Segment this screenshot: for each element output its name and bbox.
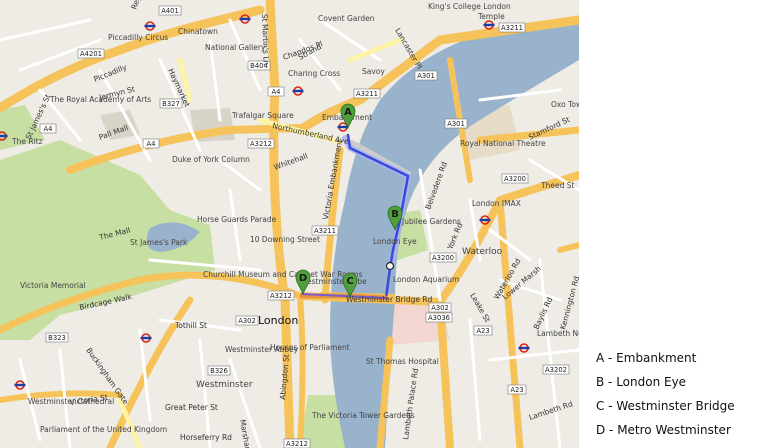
place-label-st-james-park: St James's Park xyxy=(130,238,188,247)
place-label-national-gallery: National Gallery xyxy=(205,43,266,52)
route-legend: A - Embankment B - London Eye C - Westmi… xyxy=(596,346,756,442)
place-label-the-ritz: The Ritz xyxy=(11,137,43,146)
shield-a3211: A3211 xyxy=(498,22,526,33)
shield-a3211: A3211 xyxy=(353,88,381,99)
svg-text:A4: A4 xyxy=(147,140,156,148)
shield-a3212: A3212 xyxy=(267,290,295,301)
svg-text:A3200: A3200 xyxy=(432,254,454,262)
place-label-chinatown: Chinatown xyxy=(178,27,218,36)
svg-text:A301: A301 xyxy=(447,120,465,128)
place-label-theed-st: Theed St xyxy=(540,181,574,190)
district-label-london: London xyxy=(258,314,298,327)
place-label-jubilee-gardens: Jubilee Gardens xyxy=(401,217,461,226)
svg-text:A3212: A3212 xyxy=(250,140,272,148)
district-label-westminster: Westminster xyxy=(196,380,253,390)
district-label-waterloo: Waterloo xyxy=(462,247,503,257)
place-label-kings-college: King's College London xyxy=(428,2,511,11)
svg-text:A3202: A3202 xyxy=(545,366,567,374)
place-label-oxo-tower: Oxo Tower xyxy=(551,100,579,109)
place-label-charing-cross: Charing Cross xyxy=(288,69,340,78)
shield-a23: A23 xyxy=(507,384,527,395)
shield-a3211: A3211 xyxy=(311,225,339,236)
shield-a301: A301 xyxy=(414,70,438,81)
place-label-london-eye: London Eye xyxy=(373,237,417,246)
svg-text:A23: A23 xyxy=(510,386,523,394)
place-label-horse-guards: Horse Guards Parade xyxy=(197,215,277,224)
svg-text:A301: A301 xyxy=(417,72,435,80)
shield-a3212: A3212 xyxy=(283,438,311,448)
shield-b323: B323 xyxy=(45,332,69,343)
road-label-great-peter-st: Great Peter St xyxy=(165,403,218,412)
place-label-victoria-tower-gardens: The Victoria Tower Gardens xyxy=(311,411,415,420)
place-label-royal-academy: The Royal Academy of Arts xyxy=(49,95,151,104)
place-label-st-thomas: St Thomas Hospital xyxy=(366,357,439,366)
place-label-westminster-cathedral: Westminster Cathedral xyxy=(28,397,114,406)
shield-b326: B326 xyxy=(207,365,231,376)
svg-text:A4: A4 xyxy=(44,125,53,133)
shield-a4201: A4201 xyxy=(77,48,105,59)
svg-text:A3212: A3212 xyxy=(286,440,308,448)
svg-text:A302: A302 xyxy=(431,304,449,312)
svg-text:A3212: A3212 xyxy=(270,292,292,300)
shield-a4: A4 xyxy=(267,86,285,97)
place-label-piccadilly-circus: Piccadilly Circus xyxy=(108,33,168,42)
road-label-horseferry-rd: Horseferry Rd xyxy=(180,433,232,442)
marker-d-label: D xyxy=(299,273,307,284)
svg-text:B323: B323 xyxy=(48,334,66,342)
svg-text:A3211: A3211 xyxy=(314,227,336,235)
shield-a302: A302 xyxy=(235,315,259,326)
shield-a3200: A3200 xyxy=(429,252,457,263)
legend-item-b: B - London Eye xyxy=(596,375,687,389)
place-label-temple: Temple xyxy=(477,12,505,21)
place-label-duke-of-york: Duke of York Column xyxy=(172,155,250,164)
map-view[interactable]: A401 A4201 B327 A4 A4 A4 B404 A3211 A321… xyxy=(0,0,579,448)
svg-text:A23: A23 xyxy=(476,327,489,335)
shield-a301: A301 xyxy=(444,118,468,129)
shield-b327: B327 xyxy=(159,98,183,109)
shield-a23: A23 xyxy=(473,325,493,336)
marker-c-label: C xyxy=(346,276,353,287)
place-label-trafalgar-square: Trafalgar Square xyxy=(231,111,294,120)
legend-item-d: D - Metro Westminster xyxy=(596,423,731,437)
svg-text:A302: A302 xyxy=(238,317,256,325)
road-label-tothill-st: Tothill St xyxy=(174,321,207,330)
svg-text:A401: A401 xyxy=(161,7,179,15)
marker-b-label: B xyxy=(391,209,399,220)
shield-a4: A4 xyxy=(39,123,57,134)
svg-text:A3200: A3200 xyxy=(504,175,526,183)
shield-a3036: A3036 xyxy=(425,312,453,323)
place-label-westminster-abbey: Westminster Abbey xyxy=(225,345,299,354)
place-label-downing-street: 10 Downing Street xyxy=(250,235,320,244)
legend-item-a: A - Embankment xyxy=(596,351,697,365)
place-label-london-aquarium: London Aquarium xyxy=(393,275,459,284)
legend-item-c: C - Westminster Bridge xyxy=(596,399,735,413)
svg-text:A4201: A4201 xyxy=(80,50,102,58)
svg-text:A3211: A3211 xyxy=(501,24,523,32)
route-waypoint[interactable] xyxy=(385,261,395,271)
place-label-covent-garden: Covent Garden xyxy=(318,14,375,23)
shield-a401: A401 xyxy=(158,5,182,16)
place-label-victoria-memorial: Victoria Memorial xyxy=(20,281,86,290)
svg-text:B326: B326 xyxy=(210,367,228,375)
road-label-st-martins-ln: St Martin's Ln xyxy=(260,14,271,66)
road-label-westminster-bridge-rd: Westminster Bridge Rd xyxy=(346,295,433,304)
place-label-savoy: Savoy xyxy=(362,67,385,76)
svg-text:A3211: A3211 xyxy=(356,90,378,98)
marker-a-label: A xyxy=(344,107,352,118)
place-label-london-imax: London IMAX xyxy=(472,199,521,208)
shield-a3202: A3202 xyxy=(542,364,570,375)
shield-a3200: A3200 xyxy=(501,173,529,184)
shield-a3212: A3212 xyxy=(247,138,275,149)
svg-text:A3036: A3036 xyxy=(428,314,450,322)
svg-text:B327: B327 xyxy=(162,100,180,108)
svg-text:A4: A4 xyxy=(272,88,281,96)
shield-a4: A4 xyxy=(142,138,160,149)
map-canvas[interactable]: A401 A4201 B327 A4 A4 A4 B404 A3211 A321… xyxy=(0,0,579,448)
place-label-lambeth-north: Lambeth North xyxy=(537,329,579,338)
shield-a302: A302 xyxy=(428,302,452,313)
place-label-parliament-uk: Parliament of the United Kingdom xyxy=(40,425,167,434)
place-label-royal-national-theatre: Royal National Theatre xyxy=(460,139,546,148)
